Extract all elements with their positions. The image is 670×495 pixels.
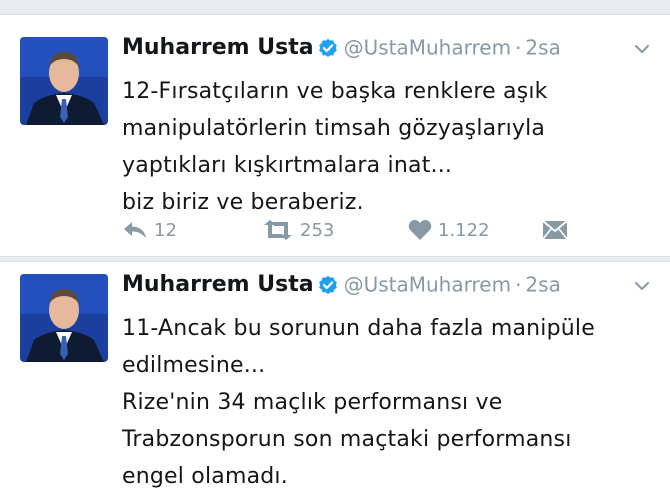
avatar-image (20, 37, 108, 125)
reply-button[interactable]: 12 (122, 215, 177, 245)
verified-badge-icon (318, 38, 337, 57)
tweet-header: Muharrem Usta @UstaMuharrem · 2sa (122, 272, 652, 302)
tweet-text: 12-Fırsatçıların ve başka renklere aşık … (122, 73, 662, 221)
tweet-timeline: Muharrem Usta @UstaMuharrem · 2sa 12-Fırsa… (0, 14, 670, 492)
author-name[interactable]: Muharrem Usta (122, 35, 314, 60)
tweet-text-line: manipulatörlerin timsah gözyaşlarıyla (122, 116, 546, 141)
heart-icon (408, 220, 432, 240)
retweet-button[interactable]: 253 (262, 215, 334, 245)
reply-count: 12 (154, 219, 177, 241)
tweet-card[interactable]: Muharrem Usta @UstaMuharrem · 2sa 11-Ancak… (0, 261, 670, 492)
chevron-down-icon[interactable] (632, 39, 652, 59)
author-handle[interactable]: @UstaMuharrem (344, 273, 511, 297)
tweet-text-line: Rize'nin 34 maçlık performansı ve (122, 390, 503, 415)
chevron-down-icon[interactable] (632, 276, 652, 296)
tweet-text-line: 12-Fırsatçıların ve başka renklere aşık (122, 79, 548, 104)
tweet-text-line: 11-Ancak bu sorunun daha fazla manipüle (122, 316, 595, 341)
tweet-text-line: Trabzonsporun son maçtaki performansı (122, 427, 572, 452)
tweet-timestamp[interactable]: 2sa (525, 273, 560, 297)
tweet-text-line: edilmesine... (122, 353, 266, 378)
tweet-text-line: engel olamadı. (122, 464, 288, 489)
tweet-text: 11-Ancak bu sorunun daha fazla manipüle … (122, 310, 662, 495)
retweet-icon (264, 220, 292, 240)
tweet-text-line: yaptıkları kışkırtmalara inat... (122, 153, 453, 178)
header-separator: · (515, 272, 522, 297)
header-separator: · (515, 35, 522, 60)
direct-message-button[interactable] (542, 215, 574, 245)
avatar[interactable] (20, 37, 108, 125)
author-handle[interactable]: @UstaMuharrem (344, 36, 511, 60)
tweet-actions: 12 253 1.122 (122, 215, 582, 245)
tweet-header: Muharrem Usta @UstaMuharrem · 2sa (122, 35, 652, 65)
avatar-image (20, 274, 108, 362)
reply-icon (124, 222, 146, 238)
timeline-top-gap (0, 0, 670, 14)
retweet-count: 253 (300, 219, 335, 241)
tweet-timestamp[interactable]: 2sa (525, 36, 560, 60)
like-button[interactable]: 1.122 (408, 215, 490, 245)
avatar[interactable] (20, 274, 108, 362)
verified-badge-icon (318, 275, 337, 294)
like-count: 1.122 (438, 219, 490, 241)
envelope-icon (542, 220, 568, 240)
tweet-card[interactable]: Muharrem Usta @UstaMuharrem · 2sa 12-Fırsa… (0, 14, 670, 256)
author-name[interactable]: Muharrem Usta (122, 272, 314, 297)
